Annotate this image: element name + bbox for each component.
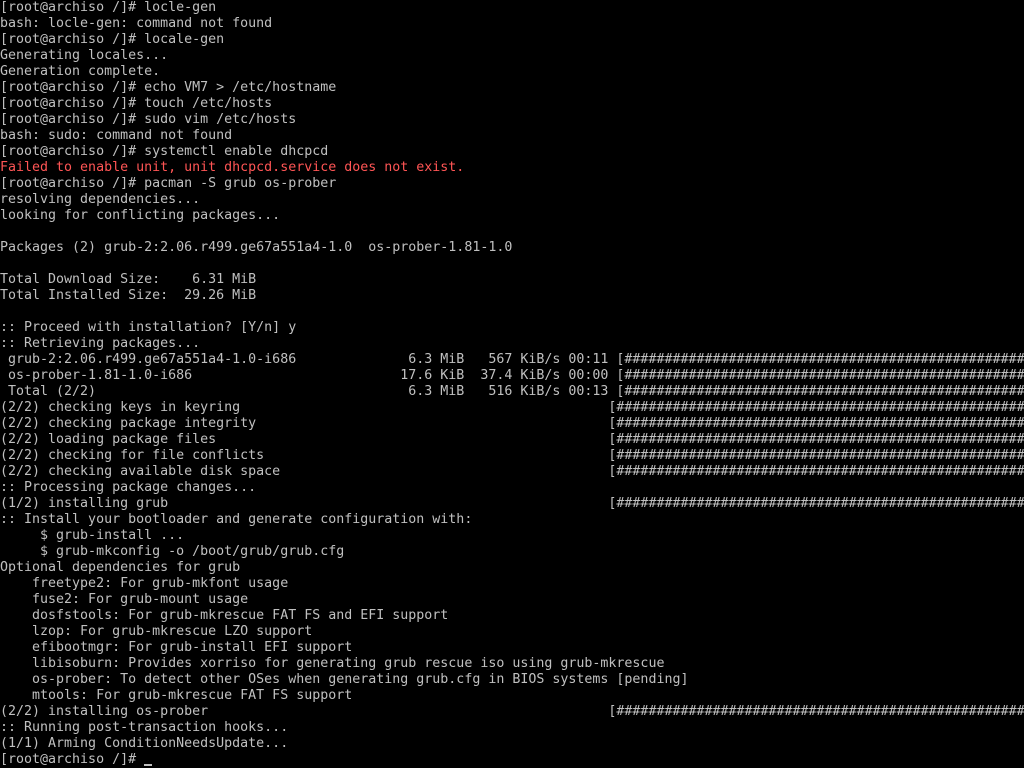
terminal-line: $ grub-install ... xyxy=(0,528,185,543)
terminal-line: Packages (2) grub-2:2.06.r499.ge67a551a4… xyxy=(0,240,513,255)
terminal-line: [root@archiso /]# locle-gen xyxy=(0,0,217,15)
terminal-line: freetype2: For grub-mkfont usage xyxy=(0,576,289,591)
terminal-line: bash: sudo: command not found xyxy=(0,128,233,143)
terminal-line: (2/2) loading package files [###########… xyxy=(0,432,1024,447)
terminal-prompt-line[interactable]: [root@archiso /]# xyxy=(0,752,1024,768)
terminal-line: (2/2) checking available disk space [###… xyxy=(0,464,1024,479)
terminal-line: os-prober-1.81-1.0-i686 17.6 KiB 37.4 Ki… xyxy=(0,368,1024,383)
terminal-line: [root@archiso /]# locale-gen xyxy=(0,32,225,47)
terminal-line: efibootmgr: For grub-install EFI support xyxy=(0,640,353,655)
terminal-line: :: Running post-transaction hooks... xyxy=(0,720,289,735)
terminal-line: Total (2/2) 6.3 MiB 516 KiB/s 00:13 [###… xyxy=(0,384,1024,399)
terminal-line: :: Install your bootloader and generate … xyxy=(0,512,473,527)
terminal-line: :: Retrieving packages... xyxy=(0,336,201,351)
terminal-line: (2/2) checking package integrity [######… xyxy=(0,416,1024,431)
terminal-line: dosfstools: For grub-mkrescue FAT FS and… xyxy=(0,608,449,623)
terminal-line: grub-2:2.06.r499.ge67a551a4-1.0-i686 6.3… xyxy=(0,352,1024,367)
terminal-line: (2/2) checking keys in keyring [########… xyxy=(0,400,1024,415)
terminal-line: (1/1) Arming ConditionNeedsUpdate... xyxy=(0,736,289,751)
terminal-line: [root@archiso /]# echo VM7 > /etc/hostna… xyxy=(0,80,337,95)
terminal-line: (1/2) installing grub [#################… xyxy=(0,496,1024,511)
terminal-line: :: Proceed with installation? [Y/n] y xyxy=(0,320,297,335)
terminal-output: [root@archiso /]# locle-gen bash: locle-g… xyxy=(0,0,1024,752)
terminal-line: $ grub-mkconfig -o /boot/grub/grub.cfg xyxy=(0,544,345,559)
terminal-line: os-prober: To detect other OSes when gen… xyxy=(0,672,689,687)
terminal-line: Generation complete. xyxy=(0,64,161,79)
terminal-error-line: Failed to enable unit, unit dhcpcd.servi… xyxy=(0,160,465,175)
terminal-line: :: Processing package changes... xyxy=(0,480,257,495)
terminal-line: [root@archiso /]# touch /etc/hosts xyxy=(0,96,273,111)
terminal-line: (2/2) installing os-prober [############… xyxy=(0,704,1024,719)
text-cursor xyxy=(144,764,153,766)
terminal-line: lzop: For grub-mkrescue LZO support xyxy=(0,624,313,639)
terminal-line: mtools: For grub-mkrescue FAT FS support xyxy=(0,688,353,703)
terminal-line: Total Installed Size: 29.26 MiB xyxy=(0,288,257,303)
terminal-line: looking for conflicting packages... xyxy=(0,208,281,223)
terminal-line: (2/2) checking for file conflicts [#####… xyxy=(0,448,1024,463)
terminal-line: bash: locle-gen: command not found xyxy=(0,16,273,31)
terminal-line: Generating locales... xyxy=(0,48,169,63)
terminal-line: fuse2: For grub-mount usage xyxy=(0,592,249,607)
terminal-line: Optional dependencies for grub xyxy=(0,560,241,575)
terminal-screen[interactable]: [root@archiso /]# locle-gen bash: locle-g… xyxy=(0,0,1024,768)
terminal-line: libisoburn: Provides xorriso for generat… xyxy=(0,656,665,671)
terminal-line: Total Download Size: 6.31 MiB xyxy=(0,272,257,287)
terminal-line: [root@archiso /]# pacman -S grub os-prob… xyxy=(0,176,337,191)
terminal-line: resolving dependencies... xyxy=(0,192,201,207)
terminal-line: [root@archiso /]# systemctl enable dhcpc… xyxy=(0,144,329,159)
terminal-line: [root@archiso /]# sudo vim /etc/hosts xyxy=(0,112,297,127)
terminal-prompt: [root@archiso /]# xyxy=(0,752,145,767)
